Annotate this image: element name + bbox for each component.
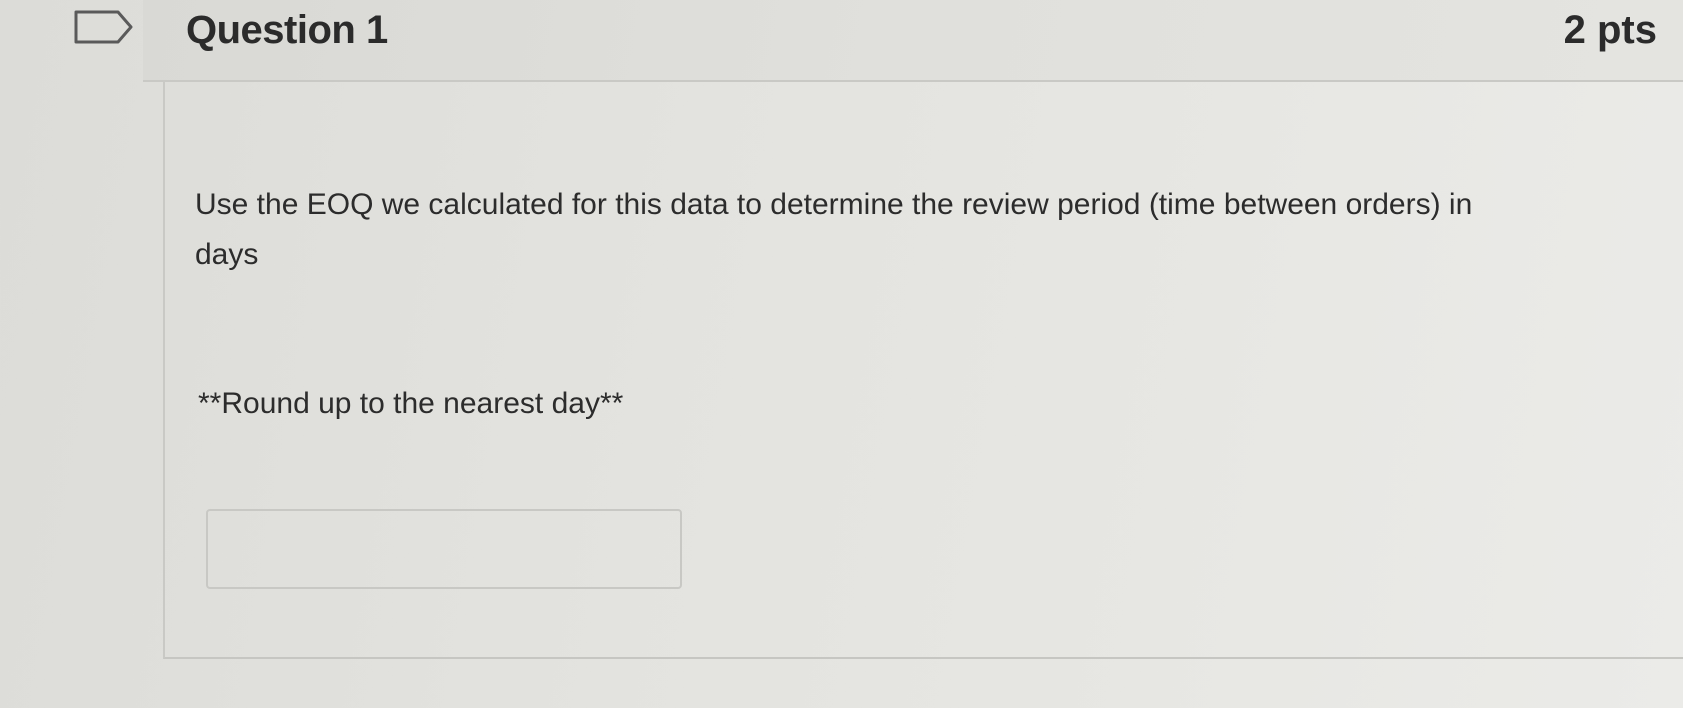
question-title: Question 1 [186, 8, 388, 52]
question-points: 2 pts [1563, 8, 1657, 52]
flag-outline-icon [74, 10, 133, 44]
flag-question-icon[interactable] [74, 10, 134, 44]
question-text: Use the EOQ we calculated for this data … [195, 188, 1473, 271]
answer-input[interactable] [206, 509, 682, 589]
question-hint: **Round up to the nearest day** [198, 387, 624, 420]
question-body: Use the EOQ we calculated for this data … [163, 82, 1683, 659]
question-header: Question 1 2 pts [143, 0, 1683, 82]
